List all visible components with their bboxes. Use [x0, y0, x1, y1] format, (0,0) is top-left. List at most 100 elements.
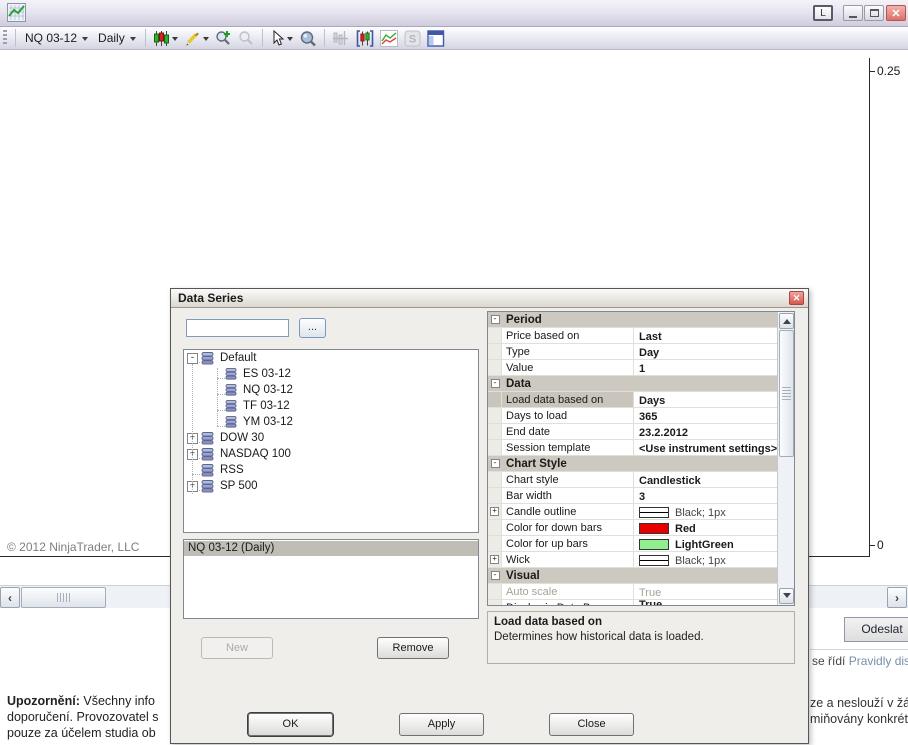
- prop-value[interactable]: 1: [634, 360, 778, 375]
- prop-value[interactable]: True: [634, 600, 778, 605]
- property-grid[interactable]: - Period Price based on Last Type Day Value 1- D…: [487, 311, 795, 606]
- collapse-icon[interactable]: -: [187, 352, 198, 364]
- tree-item-nasdaq-100[interactable]: + NASDAQ 100: [184, 446, 478, 462]
- zoom-window-button[interactable]: [296, 28, 320, 49]
- toolbar-grip-handle[interactable]: [3, 30, 7, 46]
- send-button[interactable]: Odeslat: [844, 617, 908, 642]
- apply-button[interactable]: Apply: [399, 713, 484, 736]
- scroll-right-button[interactable]: ›: [887, 587, 907, 608]
- prop-row-candle-outline[interactable]: + Candle outline Black; 1px: [488, 504, 778, 520]
- instrument-search-input[interactable]: [186, 319, 289, 337]
- dialog-close-footer-button[interactable]: Close: [549, 713, 634, 736]
- prop-row-display-in-data-box[interactable]: Display in Data Box True: [488, 600, 778, 605]
- toolbar-separator: [323, 29, 325, 47]
- link-button[interactable]: L: [813, 5, 833, 21]
- expand-icon[interactable]: +: [490, 507, 499, 516]
- prop-row-chart-style[interactable]: Chart style Candlestick: [488, 472, 778, 488]
- prop-row-color-for-up-bars[interactable]: Color for up bars LightGreen: [488, 536, 778, 552]
- prop-row-type[interactable]: Type Day: [488, 344, 778, 360]
- collapse-icon[interactable]: -: [490, 459, 500, 468]
- zoom-in-button[interactable]: [212, 28, 235, 49]
- indicators-button[interactable]: [377, 28, 401, 49]
- prop-value[interactable]: Candlestick: [634, 472, 778, 487]
- prop-value[interactable]: Last: [634, 328, 778, 343]
- prop-value[interactable]: Black; 1px: [634, 552, 778, 567]
- pointer-button[interactable]: [267, 28, 296, 49]
- tree-item-rss[interactable]: RSS: [184, 462, 478, 478]
- lightgreen-color-swatch: [639, 539, 669, 550]
- instrument-tree[interactable]: - Default ES 03-12 NQ 03-12 TF 03-12 YM 03-12…: [183, 349, 479, 533]
- collapse-icon[interactable]: -: [490, 571, 500, 580]
- data-series-button[interactable]: [353, 28, 377, 49]
- tree-item-tf-03-12[interactable]: TF 03-12: [184, 398, 478, 414]
- scrollbar-thumb[interactable]: [779, 330, 794, 457]
- prop-row-bar-width[interactable]: Bar width 3: [488, 488, 778, 504]
- prop-value[interactable]: Day: [634, 344, 778, 359]
- ok-button[interactable]: OK: [248, 713, 333, 736]
- collapse-icon[interactable]: -: [490, 379, 500, 388]
- prop-row-end-date[interactable]: End date 23.2.2012: [488, 424, 778, 440]
- prop-section-data[interactable]: - Data: [488, 376, 778, 392]
- prop-row-value[interactable]: Value 1: [488, 360, 778, 376]
- drawing-tools-button[interactable]: [181, 28, 212, 49]
- red-color-swatch: [639, 523, 669, 534]
- chart-style-button[interactable]: [150, 28, 181, 49]
- prop-value[interactable]: 365: [634, 408, 778, 423]
- prop-row-color-for-down-bars[interactable]: Color for down bars Red: [488, 520, 778, 536]
- prop-indent: [488, 536, 502, 551]
- prop-value[interactable]: Black; 1px: [634, 504, 778, 519]
- maximize-button[interactable]: [864, 5, 884, 21]
- tree-item-ym-03-12[interactable]: YM 03-12: [184, 414, 478, 430]
- interval-dropdown[interactable]: Daily: [93, 29, 141, 47]
- series-list-item[interactable]: NQ 03-12 (Daily): [184, 541, 478, 556]
- applied-series-list[interactable]: NQ 03-12 (Daily): [183, 539, 479, 619]
- rules-link[interactable]: Pravidly disku: [849, 654, 908, 668]
- prop-row-load-data-based-on[interactable]: Load data based on Days: [488, 392, 778, 408]
- scroll-left-button[interactable]: ‹: [0, 587, 20, 608]
- prop-value[interactable]: Red: [634, 520, 778, 535]
- scroll-up-button[interactable]: [779, 313, 794, 329]
- prop-value[interactable]: 23.2.2012: [634, 424, 778, 439]
- browse-button[interactable]: ...: [299, 318, 326, 338]
- prop-indent: [488, 424, 502, 439]
- instrument-db-icon: [201, 351, 214, 365]
- prop-section-chart-style[interactable]: - Chart Style: [488, 456, 778, 472]
- instrument-dropdown[interactable]: NQ 03-12: [20, 29, 93, 47]
- tree-item-sp-500[interactable]: + SP 500: [184, 478, 478, 494]
- scrollbar-thumb[interactable]: [21, 587, 106, 608]
- tree-item-label: ES 03-12: [243, 368, 291, 380]
- prop-value[interactable]: True: [634, 584, 778, 599]
- tree-item-es-03-12[interactable]: ES 03-12: [184, 366, 478, 382]
- tree-item-default[interactable]: - Default: [184, 350, 478, 366]
- expand-icon[interactable]: +: [490, 555, 499, 564]
- prop-row-auto-scale[interactable]: Auto scale True: [488, 584, 778, 600]
- prop-section-period[interactable]: - Period: [488, 312, 778, 328]
- axis-label-bottom: 0: [877, 538, 884, 552]
- tree-item-nq-03-12[interactable]: NQ 03-12: [184, 382, 478, 398]
- minimize-button[interactable]: [843, 5, 863, 21]
- svg-text:S: S: [409, 33, 416, 45]
- property-grid-scrollbar[interactable]: [777, 312, 794, 605]
- prop-row-wick[interactable]: + Wick Black; 1px: [488, 552, 778, 568]
- prop-value[interactable]: LightGreen: [634, 536, 778, 551]
- tree-guide-line: [192, 364, 193, 494]
- prop-section-visual[interactable]: - Visual: [488, 568, 778, 584]
- chart-panel-button[interactable]: [424, 28, 448, 49]
- prop-value-text: True: [639, 586, 662, 599]
- prop-row-days-to-load[interactable]: Days to load 365: [488, 408, 778, 424]
- tree-item-dow-30[interactable]: + DOW 30: [184, 430, 478, 446]
- close-window-button[interactable]: ✕: [886, 5, 906, 21]
- remove-button[interactable]: Remove: [377, 637, 449, 659]
- prop-row-price-based-on[interactable]: Price based on Last: [488, 328, 778, 344]
- dialog-close-button[interactable]: ✕: [789, 291, 804, 305]
- scroll-down-button[interactable]: [779, 588, 794, 604]
- prop-row-session-template[interactable]: Session template <Use instrument settings…: [488, 440, 778, 456]
- collapse-icon[interactable]: -: [490, 315, 500, 324]
- prop-value[interactable]: 3: [634, 488, 778, 503]
- prop-label: Price based on: [502, 328, 634, 343]
- prop-value[interactable]: <Use instrument settings>: [634, 440, 778, 455]
- prop-value[interactable]: Days: [634, 392, 778, 407]
- tree-item-label: DOW 30: [220, 432, 265, 444]
- pencil-icon: [185, 32, 199, 46]
- new-button[interactable]: New: [201, 637, 273, 659]
